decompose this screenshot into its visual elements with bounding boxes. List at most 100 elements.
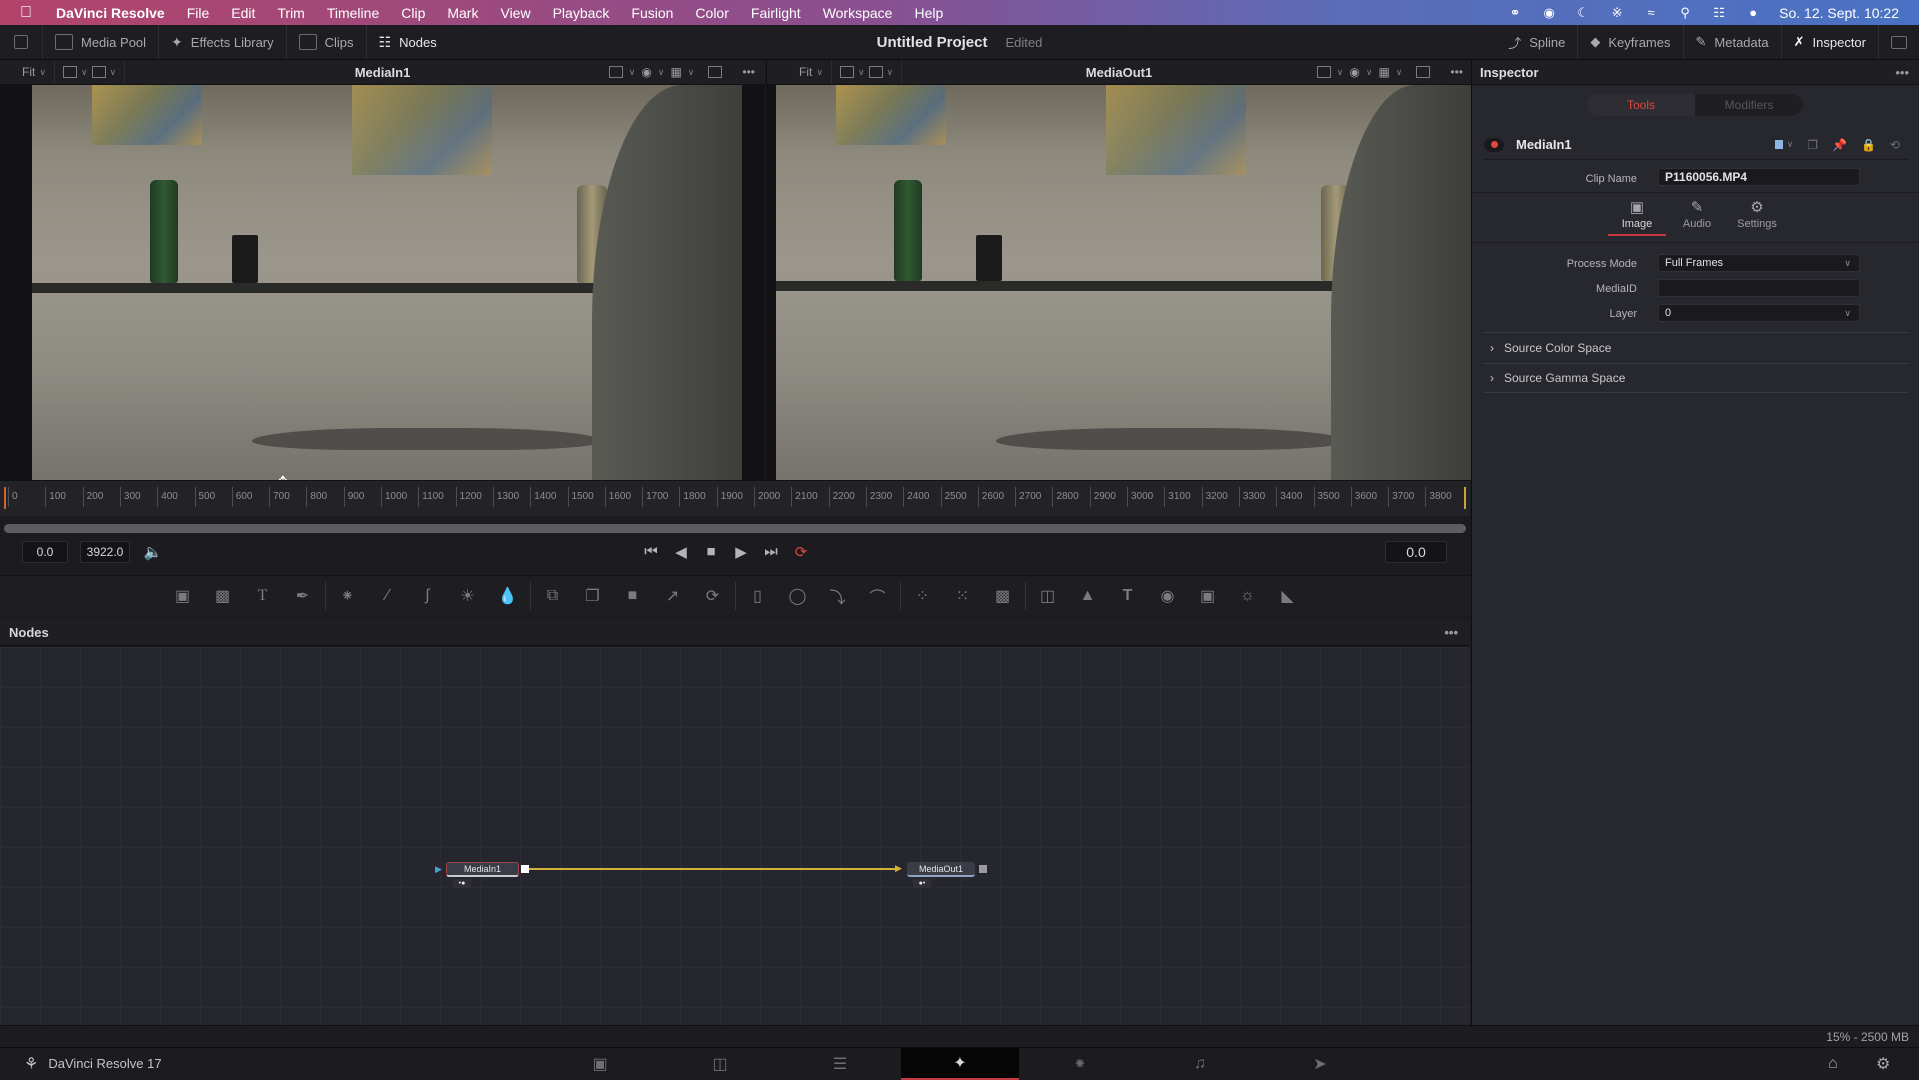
menu-trim[interactable]: Trim [277, 5, 304, 21]
node-mediaout1[interactable]: MediaOut1 [907, 862, 975, 877]
page-color[interactable]: ⁕ [1021, 1048, 1139, 1080]
particle-render-icon[interactable]: ⁙ [943, 581, 983, 611]
moon-icon[interactable]: ☾ [1575, 5, 1591, 21]
paint-tool-icon[interactable]: ✒ [283, 581, 323, 611]
nodes-button[interactable]: ☷ Nodes [367, 25, 449, 59]
node-mediaout1-mask-input[interactable]: ●• [913, 879, 931, 888]
viewer-1-layout-controls[interactable]: ∨ ∨ [55, 60, 126, 84]
viewer-1-more-icon[interactable]: ••• [742, 65, 755, 79]
matte-control-icon[interactable]: ■ [613, 581, 653, 611]
menu-davinci-resolve[interactable]: DaVinci Resolve [56, 5, 165, 21]
viewer-2-fit-dropdown[interactable]: Fit ∨ [767, 60, 832, 84]
layer-dropdown[interactable]: 0 ∨ [1658, 304, 1860, 322]
hue-curves-icon[interactable]: ∫ [408, 581, 448, 611]
menu-mark[interactable]: Mark [447, 5, 478, 21]
text-3d-icon[interactable]: T [1108, 581, 1148, 611]
page-fairlight[interactable]: ♫ [1141, 1048, 1259, 1080]
global-start-field[interactable]: 0.0 [22, 541, 68, 563]
menu-view[interactable]: View [500, 5, 530, 21]
bluetooth-icon[interactable]: ※ [1609, 5, 1625, 21]
page-edit[interactable]: ☰ [781, 1048, 899, 1080]
clip-name-field[interactable]: P1160056.MP4 [1658, 168, 1860, 186]
tab-modifiers[interactable]: Modifiers [1695, 94, 1803, 116]
siri-icon[interactable]: ● [1745, 5, 1761, 21]
media-id-field[interactable] [1658, 279, 1860, 297]
tool-enable-toggle[interactable] [1484, 137, 1504, 152]
image-plane-3d-icon[interactable]: ◫ [1028, 581, 1068, 611]
rectangle-mask-icon[interactable]: ▯ [738, 581, 778, 611]
menu-playback[interactable]: Playback [553, 5, 610, 21]
transform-tool-icon[interactable]: ⟳ [693, 581, 733, 611]
current-time-field[interactable]: 0.0 [1385, 541, 1447, 563]
nodes-more-icon[interactable]: ••• [1444, 625, 1458, 640]
inspector-button[interactable]: ✗ Inspector [1782, 25, 1879, 59]
viewer-1-fit-dropdown[interactable]: Fit ∨ [0, 60, 55, 84]
grid-icon[interactable]: ▦ [670, 65, 681, 79]
go-to-end-icon[interactable]: ⏭ [756, 543, 786, 561]
menu-timeline[interactable]: Timeline [327, 5, 379, 21]
page-fusion[interactable]: ✦ [901, 1048, 1019, 1080]
particle-emitter-icon[interactable]: ⁘ [903, 581, 943, 611]
spline-button[interactable]: ⤴ Spline [1496, 25, 1579, 59]
loop-icon[interactable]: ⟳ [786, 543, 816, 561]
bspline-mask-icon[interactable]: ⌒ [858, 581, 898, 611]
screen-record-icon[interactable]: ◉ [1541, 5, 1557, 21]
color-corrector-icon[interactable]: ⁕ [328, 581, 368, 611]
audio-speaker-icon[interactable]: 🔈 [138, 543, 168, 561]
menu-clip[interactable]: Clip [401, 5, 425, 21]
menu-fairlight[interactable]: Fairlight [751, 5, 801, 21]
background-tool-icon[interactable]: ▣ [163, 581, 203, 611]
menu-edit[interactable]: Edit [231, 5, 255, 21]
play-reverse-icon[interactable]: ◀ [666, 543, 696, 561]
menu-help[interactable]: Help [914, 5, 943, 21]
play-forward-icon[interactable]: ▶ [726, 543, 756, 561]
render-end-marker[interactable] [1464, 487, 1466, 509]
go-to-start-icon[interactable]: ⏮ [636, 543, 666, 561]
menu-color[interactable]: Color [695, 5, 728, 21]
section-source-color-space[interactable]: › Source Color Space [1484, 332, 1908, 362]
toolbar-collapse-button[interactable] [0, 25, 43, 59]
timeline-scrollbar[interactable] [4, 524, 1466, 533]
viewer-2-canvas[interactable] [766, 85, 1471, 480]
stop-icon[interactable]: ■ [696, 543, 726, 561]
blur-tool-icon[interactable]: 💧 [488, 581, 528, 611]
page-deliver[interactable]: ➤ [1261, 1048, 1379, 1080]
text-tool-icon[interactable]: T [243, 581, 283, 611]
node-editor-canvas[interactable]: ▶ MediaIn1 •● ▶ MediaOut1 ●• [0, 647, 1470, 1025]
shape-3d-icon[interactable]: ▲ [1068, 581, 1108, 611]
channel-icon[interactable] [608, 66, 623, 78]
menu-fusion[interactable]: Fusion [631, 5, 673, 21]
gear-icon[interactable]: ⚙ [1876, 1054, 1890, 1074]
color-curves-icon[interactable]: ∕ [368, 581, 408, 611]
renderer-3d-icon[interactable]: ◣ [1268, 581, 1308, 611]
safe-frame-icon[interactable] [708, 66, 723, 78]
ellipse-mask-icon[interactable]: ◯ [778, 581, 818, 611]
lock-icon[interactable]: 🔒 [1861, 138, 1876, 152]
light-3d-icon[interactable]: ☼ [1228, 581, 1268, 611]
time-ruler[interactable]: 0 100 200 300 400 500 600 700 800 900 1000 1100 1200… [0, 480, 1470, 516]
process-mode-dropdown[interactable]: Full Frames ∨ [1658, 254, 1860, 272]
node-color-swatch[interactable] [1774, 140, 1783, 149]
menubar-clock[interactable]: So. 12. Sept. 10:22 [1779, 5, 1899, 21]
merge-3d-icon[interactable]: ◉ [1148, 581, 1188, 611]
wifi-icon[interactable]: ≈ [1643, 5, 1659, 21]
menu-file[interactable]: File [187, 5, 210, 21]
viewer-2-layout-controls[interactable]: ∨ ∨ [832, 60, 903, 84]
apple-menu-icon[interactable]:  [20, 4, 42, 22]
node-mediaout1-output[interactable] [979, 865, 987, 873]
metadata-button[interactable]: ✎ Metadata [1684, 25, 1782, 59]
node-link[interactable] [529, 868, 895, 870]
clips-button[interactable]: Clips [287, 25, 367, 59]
page-cut[interactable]: ◫ [661, 1048, 779, 1080]
control-center-icon[interactable]: ☷ [1711, 5, 1727, 21]
subtab-image[interactable]: ▣ Image [1608, 198, 1666, 236]
subtab-settings[interactable]: ⚙ Settings [1728, 198, 1786, 230]
pin-icon[interactable]: 📌 [1832, 138, 1847, 152]
channel-icon[interactable] [1316, 66, 1331, 78]
inspector-more-icon[interactable]: ••• [1895, 65, 1909, 80]
color-lut-icon[interactable]: ◉ [641, 65, 651, 79]
chevron-down-icon[interactable]: ∨ [1787, 139, 1794, 150]
section-source-gamma-space[interactable]: › Source Gamma Space [1484, 363, 1908, 393]
viewer-1-canvas[interactable]: ✥ [0, 85, 765, 480]
fullscreen-toggle-button[interactable] [1879, 25, 1919, 59]
